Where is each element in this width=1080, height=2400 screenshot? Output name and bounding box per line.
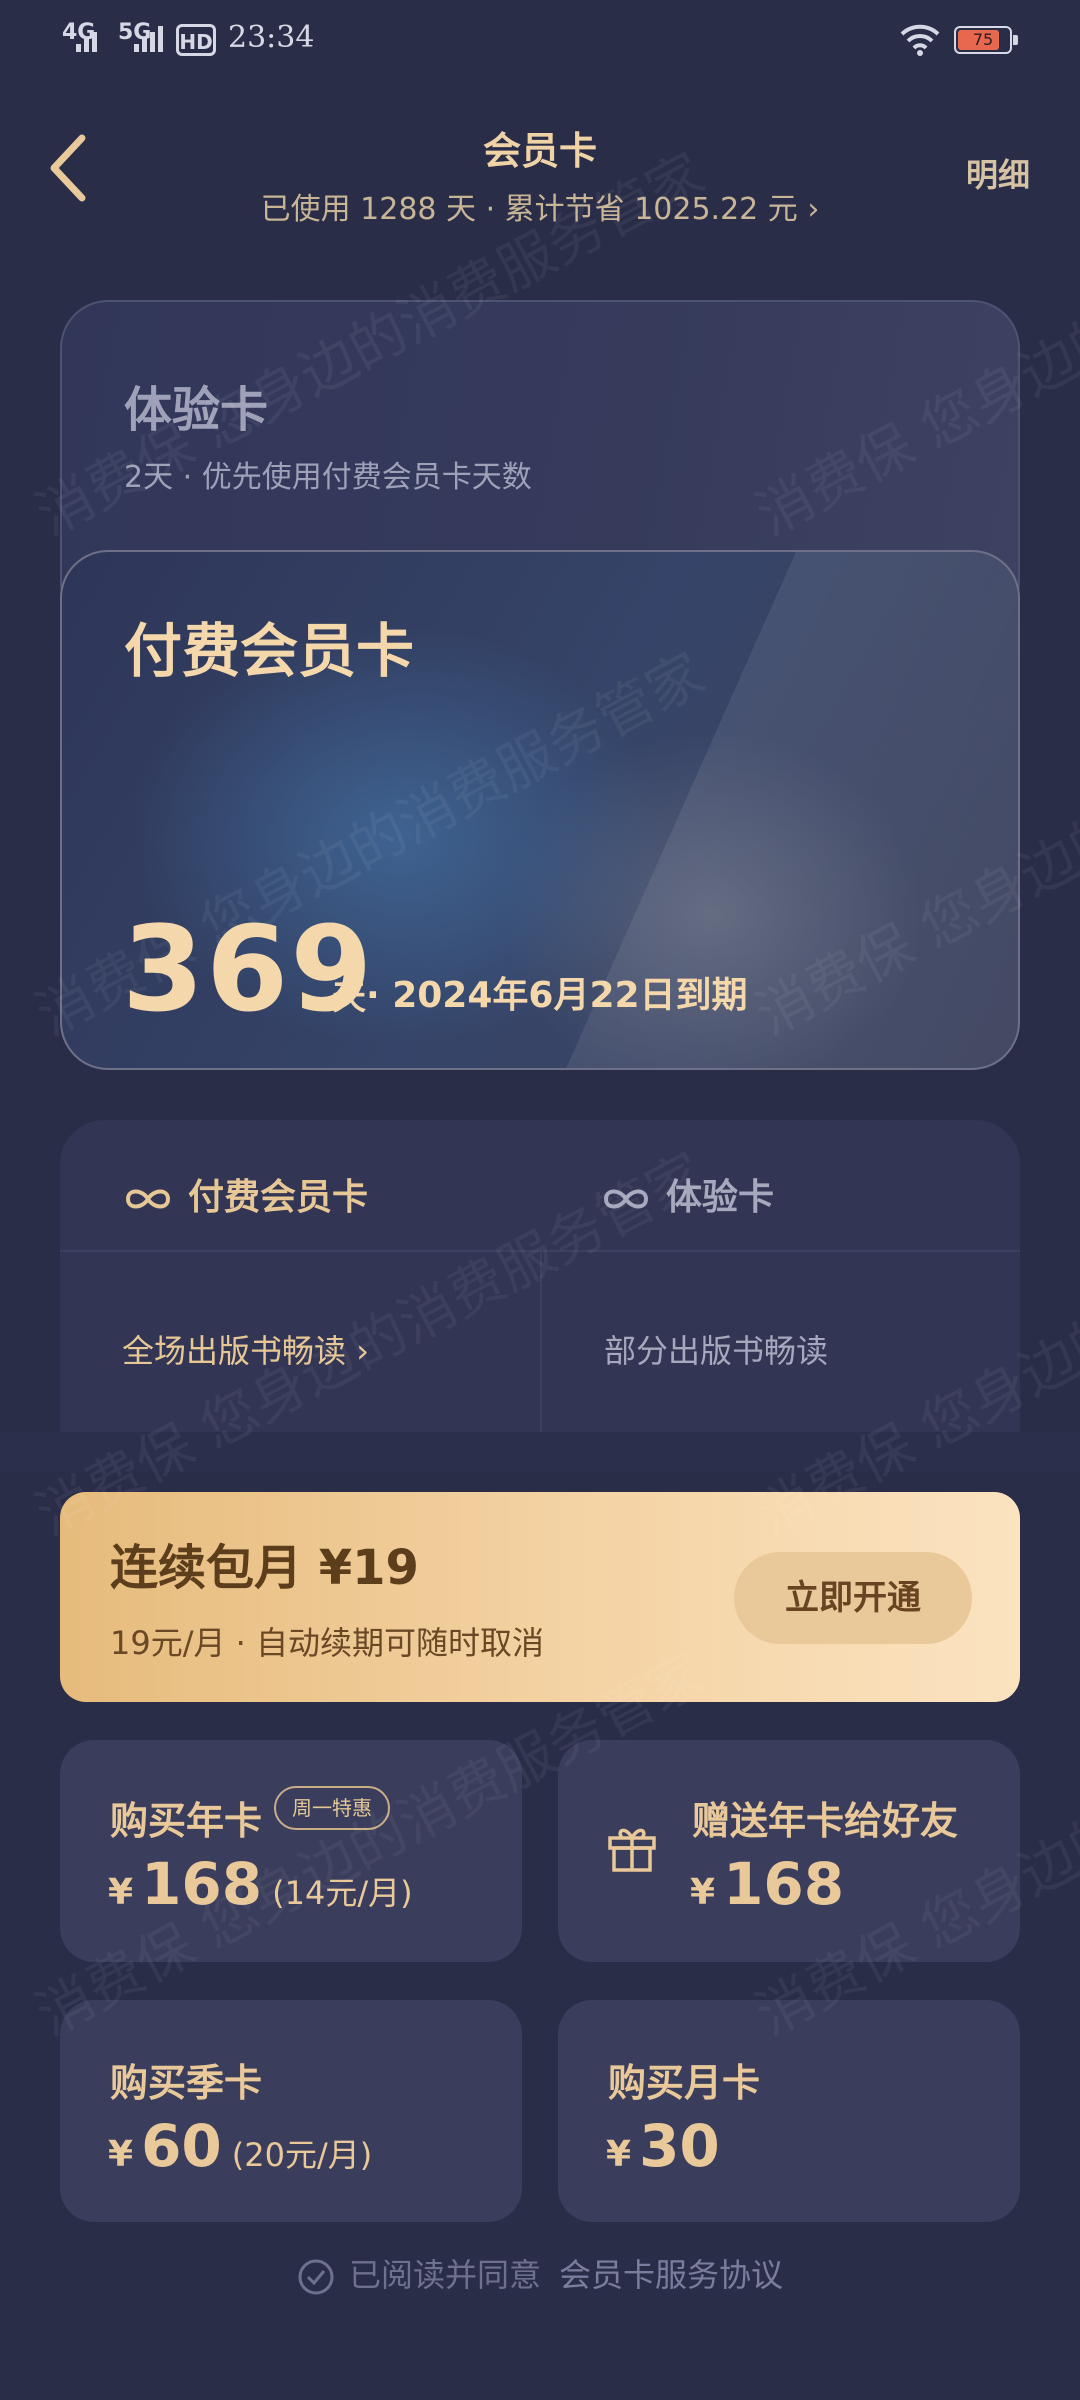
infinity-icon [603, 1189, 649, 1209]
page-title: 会员卡 [482, 129, 597, 173]
month-card-price: ¥30 [606, 2112, 720, 2180]
monthly-price: ¥19 [318, 1540, 419, 1596]
usage-stats-link[interactable]: 已使用 1288 天 · 累计节省 1025.22 元 › [0, 184, 1080, 228]
paid-card-expiry: · 2024年6月22日到期 [366, 975, 748, 1016]
month-card-title: 购买月卡 [608, 2061, 761, 2105]
year-card-title: 购买年卡 [110, 1799, 263, 1843]
compare-paid-header: 付费会员卡 [122, 1168, 368, 1220]
hd-icon: HD [176, 24, 216, 56]
battery-level: 75 [972, 30, 994, 49]
currency-symbol: ¥ [108, 2134, 134, 2175]
paid-benefit-text: 全场出版书畅读 [122, 1332, 347, 1370]
infinity-icon [125, 1189, 171, 1209]
section-gap [0, 1432, 1080, 1472]
currency-symbol: ¥ [606, 2134, 632, 2175]
quarter-card-price: ¥60 (20元/月) [108, 2112, 372, 2180]
currency-symbol: ¥ [690, 1872, 716, 1913]
clock: 23:34 [228, 20, 315, 55]
wifi-icon [900, 24, 940, 56]
gift-icon [608, 1828, 656, 1872]
compare-trial-label: 体验卡 [666, 1177, 775, 1218]
battery-icon: 75 [954, 26, 1018, 54]
paid-card-title: 付费会员卡 [124, 617, 415, 685]
service-agreement-link[interactable]: 会员卡服务协议 [559, 2256, 783, 2294]
checkbox-icon[interactable] [297, 2258, 335, 2296]
monday-special-badge: 周一特惠 [274, 1786, 390, 1830]
paid-card-days-unit: 天 [332, 978, 366, 1018]
gift-price-value: 168 [723, 1850, 845, 1918]
gift-year-card-price: ¥168 [690, 1850, 844, 1918]
monthly-subtitle: 19元/月 · 自动续期可随时取消 [110, 1624, 545, 1662]
quarter-price-per-month: (20元/月) [231, 2136, 373, 2174]
usage-stats-text: 已使用 1288 天 · 累计节省 1025.22 元 [260, 192, 798, 227]
status-bar: 4G 5G HD 23:34 75 [0, 0, 1080, 80]
year-card-price: ¥168 (14元/月) [108, 1850, 413, 1918]
year-price-value: 168 [141, 1850, 263, 1918]
year-price-per-month: (14元/月) [272, 1874, 413, 1912]
trial-card-subtitle: 2天 · 优先使用付费会员卡天数 [124, 460, 532, 495]
buy-quarter-card-tile[interactable] [60, 2000, 522, 2222]
trial-benefit-text: 部分出版书畅读 [604, 1332, 829, 1370]
monthly-title: 连续包月 ¥19 [110, 1528, 419, 1598]
gift-year-card-title: 赠送年卡给好友 [692, 1799, 959, 1843]
monthly-title-text: 连续包月 [110, 1540, 303, 1596]
chevron-right-icon: › [346, 1332, 369, 1370]
trial-card-title: 体验卡 [124, 382, 269, 438]
quarter-price-value: 60 [141, 2112, 222, 2180]
signal-icon [76, 26, 97, 52]
divider [540, 1252, 542, 1432]
signal-icon-2 [134, 26, 163, 52]
agreement-row: 已阅读并同意 会员卡服务协议 [0, 2250, 1080, 2296]
compare-trial-header: 体验卡 [600, 1168, 774, 1220]
quarter-card-title: 购买季卡 [110, 2061, 263, 2105]
chevron-right-icon: › [807, 192, 820, 227]
month-price-value: 30 [639, 2112, 720, 2180]
currency-symbol: ¥ [108, 1872, 134, 1913]
agreement-text: 已阅读并同意 [348, 2256, 541, 2294]
buy-month-card-tile[interactable] [558, 2000, 1020, 2222]
compare-paid-label: 付费会员卡 [188, 1177, 369, 1218]
paid-benefit-link[interactable]: 全场出版书畅读 › [122, 1326, 369, 1372]
subscribe-now-button[interactable]: 立即开通 [734, 1552, 972, 1644]
